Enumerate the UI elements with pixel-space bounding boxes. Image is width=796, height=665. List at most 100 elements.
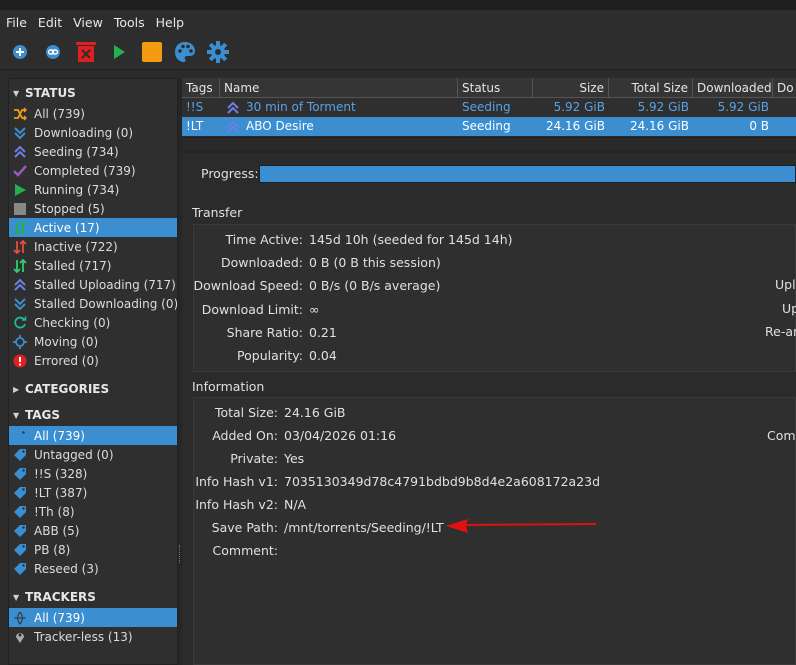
shuffle-icon — [13, 106, 27, 121]
menu-file[interactable]: File — [0, 15, 32, 30]
tag-filter-item[interactable]: All (739) — [9, 426, 177, 445]
tag-filter-item[interactable]: ABB (5) — [9, 521, 177, 540]
column-header-tags[interactable]: Tags — [182, 78, 220, 98]
status-filter-item[interactable]: Downloading (0) — [9, 123, 177, 142]
status-filter-item[interactable]: Inactive (722) — [9, 237, 177, 256]
tag-icon — [13, 429, 27, 443]
tags-title: TAGS — [25, 408, 61, 422]
transfer-field-label: Download Speed: — [193, 278, 303, 294]
info-field-value: /mnt/torrents/Seeding/!LT — [284, 520, 444, 535]
transfer-field-label: Time Active: — [225, 232, 303, 247]
column-header-name[interactable]: Name — [220, 78, 458, 98]
status-filter-item[interactable]: Stalled Downloading (0) — [9, 294, 177, 313]
column-header-download-speed[interactable]: Do — [773, 78, 796, 98]
plus-circle-icon — [13, 44, 27, 59]
menu-help[interactable]: Help — [150, 15, 190, 30]
seeding-status-icon — [222, 117, 242, 136]
menu-tools[interactable]: Tools — [108, 15, 150, 30]
add-torrent-button[interactable] — [8, 40, 32, 64]
status-filter-item[interactable]: All (739) — [9, 104, 177, 123]
transfer-field-label: Share Ratio: — [226, 324, 303, 340]
resume-button[interactable] — [107, 40, 131, 64]
status-filter-item[interactable]: Running (734) — [9, 180, 177, 199]
toolbar — [0, 34, 796, 70]
sidebar-item-label: Untagged (0) — [34, 447, 114, 462]
tag-filter-item[interactable]: Untagged (0) — [9, 445, 177, 464]
upload-label-cut: Uplo — [775, 277, 796, 292]
info-field-label: Save Path: — [211, 520, 278, 535]
status-filter-item[interactable]: Stalled Uploading (717) — [9, 275, 177, 294]
sidebar-item-label: Inactive (722) — [34, 239, 118, 254]
categories-section-header[interactable]: ▶ CATEGORIES — [9, 378, 177, 400]
status-filter-item[interactable]: Stalled (717) — [9, 256, 177, 275]
status-filter-item[interactable]: Moving (0) — [9, 332, 177, 351]
menu-view[interactable]: View — [67, 15, 108, 30]
tag-filter-item[interactable]: PB (8) — [9, 540, 177, 559]
torrent-row[interactable]: !!S 30 min of Torment Seeding 5.92 GiB 5… — [182, 98, 796, 117]
transfer-field-value: 0.04 — [309, 348, 337, 363]
pause-button[interactable] — [140, 40, 164, 64]
column-header-status[interactable]: Status — [458, 78, 533, 98]
trackers-section-header[interactable]: ▼ TRACKERS — [9, 586, 177, 608]
categories-title: CATEGORIES — [25, 382, 110, 396]
status-filter-item[interactable]: Checking (0) — [9, 313, 177, 332]
column-header-downloaded[interactable]: Downloaded — [693, 78, 773, 98]
arrows-updown-icon — [13, 258, 27, 273]
delete-button[interactable] — [74, 40, 98, 64]
status-filter-item[interactable]: Completed (739) — [9, 161, 177, 180]
seeding-status-icon — [222, 98, 242, 117]
transfer-field-value: 0 B/s (0 B/s average) — [309, 278, 441, 294]
tags-section-header[interactable]: ▼ TAGS — [9, 404, 177, 426]
trackers-title: TRACKERS — [25, 590, 96, 604]
sidebar-item-label: Seeding (734) — [34, 144, 119, 159]
theme-button[interactable] — [173, 40, 197, 64]
sidebar-item-label: Reseed (3) — [34, 561, 99, 576]
tag-icon — [13, 562, 27, 576]
tracker-list: All (739) Tracker-less (13) — [9, 608, 177, 646]
info-field-label: Private: — [230, 451, 278, 466]
torrent-row-selected[interactable]: !LT ABO Desire Seeding 24.16 GiB 24.16 G… — [182, 117, 796, 136]
info-field-value: 03/04/2026 01:16 — [284, 428, 397, 443]
column-header-size[interactable]: Size — [533, 78, 609, 98]
sidebar-item-label: !!S (328) — [34, 466, 88, 481]
sidebar-item-label: !Th (8) — [34, 504, 75, 519]
torrent-status: Seeding — [462, 119, 511, 133]
tracker-filter-item[interactable]: Tracker-less (13) — [9, 627, 177, 646]
filter-sidebar: ▼ STATUS All (739) Downloading (0) Seeding … — [8, 78, 178, 665]
transfer-field-value: 0 B (0 B this session) — [309, 255, 441, 271]
status-filter-item[interactable]: Seeding (734) — [9, 142, 177, 161]
options-button[interactable] — [206, 40, 230, 64]
tag-filter-item[interactable]: !!S (328) — [9, 464, 177, 483]
transfer-field-value: ∞ — [309, 301, 320, 317]
status-filter-item[interactable]: Stopped (5) — [9, 199, 177, 218]
tag-icon — [13, 505, 27, 519]
double-chevron-up-icon — [13, 145, 27, 159]
status-filter-item[interactable]: Active (17) — [9, 218, 177, 237]
torrent-tags: !LT — [186, 119, 204, 133]
transfer-field-value: 0.21 — [309, 324, 337, 340]
stop-square-icon — [142, 41, 162, 62]
add-link-button[interactable] — [41, 40, 65, 64]
tag-filter-item[interactable]: !Th (8) — [9, 502, 177, 521]
tag-filter-item[interactable]: Reseed (3) — [9, 559, 177, 578]
error-icon — [13, 354, 27, 368]
sidebar-item-label: Stopped (5) — [34, 201, 105, 216]
info-field-label: Info Hash v2: — [195, 497, 278, 512]
menu-edit[interactable]: Edit — [32, 15, 67, 30]
window-title-bar — [0, 0, 796, 10]
sidebar-item-label: Errored (0) — [34, 353, 99, 368]
tracker-filter-item[interactable]: All (739) — [9, 608, 177, 627]
column-header-total-size[interactable]: Total Size — [609, 78, 693, 98]
completed-on-label-cut: Comp — [767, 428, 796, 443]
tag-filter-item[interactable]: !LT (387) — [9, 483, 177, 502]
status-section-header[interactable]: ▼ STATUS — [9, 82, 177, 104]
globe-icon — [13, 611, 27, 625]
pin-icon — [13, 630, 27, 644]
torrent-table-scrollbar[interactable] — [182, 137, 796, 151]
arrows-updown-icon — [13, 239, 27, 254]
transfer-group-title: Transfer — [192, 205, 243, 220]
status-filter-item[interactable]: Errored (0) — [9, 351, 177, 370]
sidebar-item-label: Downloading (0) — [34, 125, 134, 140]
transfer-field-label: Downloaded: — [221, 255, 303, 271]
progress-bar-fill — [260, 166, 795, 182]
